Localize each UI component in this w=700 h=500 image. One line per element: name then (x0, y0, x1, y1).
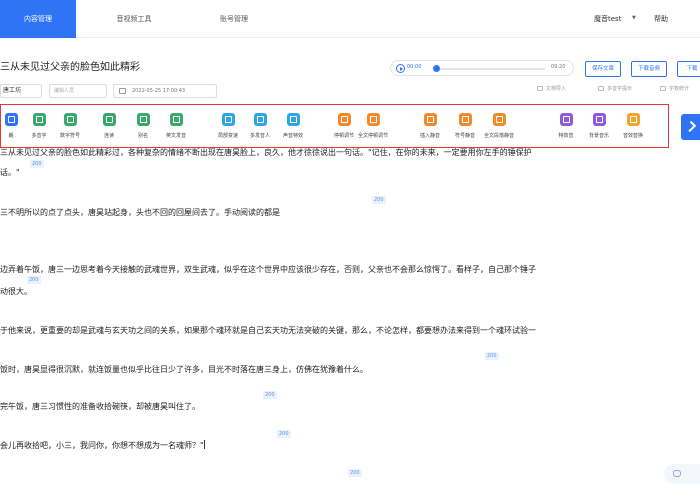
text-cursor (203, 440, 205, 449)
paragraph-text: 于他来说，更重要的却是武魂与玄天功之间的关系，如果那个魂环就是自己玄天功无法突破… (0, 326, 536, 335)
speed-icon (221, 113, 235, 126)
user-menu[interactable]: 魔音test (594, 14, 621, 24)
play-icon[interactable] (396, 64, 405, 73)
reader-select[interactable]: 唐工坊 (0, 84, 42, 98)
top-navigation: 内容管理 音视频工具 账号管理 魔音test ▼ 帮助 (0, 0, 700, 38)
tool-label: 数字符号 (59, 133, 80, 139)
speakers-icon (253, 113, 267, 126)
paragraph-text: 动很大。 (0, 287, 32, 296)
paragraph[interactable]: 饭时，唐昊显得很沉默，就连饭量也似乎比往日少了许多，目光不时落在唐三身上，仿佛在… (0, 364, 368, 375)
datetime-value: 2021-05-25 17:00:43 (132, 88, 186, 94)
tool-insert-silence[interactable]: 插入静音 (410, 113, 450, 139)
current-time: 00:00 (407, 64, 422, 70)
tool-label: 插入静音 (419, 133, 440, 139)
word-count-label: 字数统计 (669, 86, 690, 92)
tool-label: 全文段落静音 (483, 133, 514, 139)
link-read-icon (102, 113, 116, 126)
tool-label: 声音特效 (282, 133, 303, 139)
tool-label: 英文发音 (165, 133, 186, 139)
help-link[interactable]: 帮助 (654, 14, 668, 24)
datetime-field[interactable]: 2021-05-25 17:00:43 (113, 84, 217, 98)
pin-icon (684, 120, 697, 133)
tab-content-management[interactable]: 内容管理 (0, 0, 76, 38)
editing-toolbar: 朗多音字 数字符号 连读 别名 英文发音 局部变速 多发音人 声音特效 停顿调节 全文停顿调节 插入… (0, 104, 669, 148)
polyphone-icon (32, 113, 46, 126)
tab-audio-video-tools[interactable]: 音视频工具 (96, 0, 172, 38)
alias-icon (136, 113, 150, 126)
tool-number[interactable]: 数字符号 (50, 113, 90, 139)
chat-icon (673, 470, 681, 477)
paragraph-text: 完午饭，唐三习惯性的准备收拾碗筷，却被唐昊叫住了。 (0, 402, 200, 411)
progress-knob[interactable] (433, 65, 440, 72)
paragraph[interactable]: 完午饭，唐三习惯性的准备收拾碗筷，却被唐昊叫住了。 (0, 401, 200, 412)
paragraph[interactable]: 边弄着午饭，唐三一边思考着今天接触的武魂世界，双生武魂，似乎在这个世界中应该很少… (0, 264, 536, 275)
pause-badge[interactable]: 200 (348, 469, 362, 477)
tool-full-pause[interactable]: 全文停顿调节 (353, 113, 393, 139)
full-pause-icon (366, 113, 380, 126)
document-import-option[interactable]: 文档导入 (537, 85, 566, 92)
paragraph[interactable]: 三从未见过父亲的脸色如此精彩过，各种复杂的情绪不断出现在唐昊脸上，良久，他才徐徐… (0, 147, 532, 158)
document-import-label: 文档导入 (546, 86, 567, 92)
paragraph[interactable]: 动很大。 (0, 286, 32, 297)
polyphone-hint-option[interactable]: 多音字提示 (598, 85, 632, 92)
tool-paragraph-silence[interactable]: 全文段落静音 (479, 113, 519, 139)
chevron-down-icon[interactable]: ▼ (632, 15, 636, 21)
paragraph-text: 三不明所以的点了点头，唐昊站起身，头也不回的回屋间去了。手动阅读的都是 (0, 208, 280, 217)
save-article-button[interactable]: 保存文章 (585, 61, 621, 77)
pause-badge[interactable]: 200 (485, 352, 499, 360)
tool-label: 音效替换 (622, 133, 643, 139)
tool-label: 全文停顿调节 (357, 133, 388, 139)
paragraph-silence-icon (492, 113, 506, 126)
article-title: 三从未见过父亲的脸色如此精彩 (0, 62, 140, 73)
import-icon (537, 86, 543, 91)
sound-effect-icon (559, 113, 573, 126)
symbol-silence-icon (458, 113, 472, 126)
hint-icon (598, 86, 604, 91)
tab-account-management[interactable]: 账号管理 (196, 0, 272, 38)
polyphone-hint-label: 多音字提示 (607, 86, 633, 92)
pause-badge[interactable]: 200 (277, 430, 291, 438)
insert-silence-icon (423, 113, 437, 126)
play-circle-icon (4, 113, 18, 126)
effect-icon (286, 113, 300, 126)
word-count-option[interactable]: 字数统计 (660, 85, 689, 92)
pause-badge[interactable]: 200 (27, 276, 41, 284)
download-audio-button[interactable]: 下载音频 (631, 61, 667, 77)
progress-track[interactable] (435, 68, 545, 70)
audio-player: 00:00 09:20 (390, 60, 574, 76)
pause-badge[interactable]: 200 (30, 160, 44, 168)
paragraph-text: 边弄着午饭，唐三一边思考着今天接触的武魂世界，双生武魂，似乎在这个世界中应该很少… (0, 265, 536, 274)
pin-button[interactable] (681, 114, 700, 140)
paragraph[interactable]: 于他来说，更重要的却是武魂与玄天功之间的关系，如果那个魂环就是自己玄天功无法突破… (0, 325, 536, 336)
pause-badge[interactable]: 200 (372, 196, 386, 204)
english-icon (169, 113, 183, 126)
paragraph[interactable]: 会儿再收拾吧，小三，我问你，你想不想成为一名魂师？" (0, 440, 205, 451)
calendar-icon (119, 88, 126, 94)
paragraph-text: 会儿再收拾吧，小三，我问你，你想不想成为一名魂师？" (0, 441, 204, 450)
tool-effect[interactable]: 声音特效 (273, 113, 313, 139)
paragraph-text: 三从未见过父亲的脸色如此精彩过，各种复杂的情绪不断出现在唐昊脸上，良久，他才徐徐… (0, 148, 532, 157)
editor-input[interactable]: 编辑人员 (49, 84, 107, 98)
paragraph[interactable]: 话。" (0, 167, 20, 178)
chat-widget[interactable] (664, 464, 700, 484)
count-icon (660, 86, 666, 91)
bgm-icon (592, 113, 606, 126)
replace-icon (626, 113, 640, 126)
paragraph-text: 饭时，唐昊显得很沉默，就连饭量也似乎比往日少了许多，目光不时落在唐三身上，仿佛在… (0, 365, 368, 374)
number-icon (63, 113, 77, 126)
tool-english[interactable]: 英文发音 (156, 113, 196, 139)
pause-adjust-icon (337, 113, 351, 126)
download-button[interactable]: 下载 (677, 61, 700, 77)
paragraph-text: 话。" (0, 168, 20, 177)
total-time: 09:20 (551, 64, 566, 70)
paragraph[interactable]: 三不明所以的点了点头，唐昊站起身，头也不回的回屋间去了。手动阅读的都是 (0, 207, 280, 218)
pause-badge[interactable]: 200 (263, 391, 277, 399)
tool-replace[interactable]: 音效替换 (613, 113, 653, 139)
